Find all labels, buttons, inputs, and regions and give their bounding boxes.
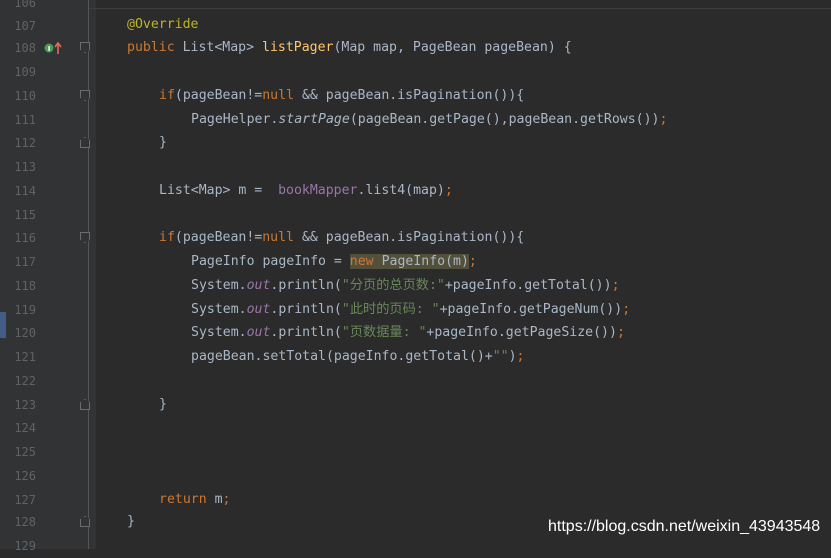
static-method-token: startPage — [278, 112, 350, 127]
code-editor[interactable]: I 106 107 108 109 110 111 112 113 114 11… — [0, 0, 831, 553]
code-line-108[interactable]: public List<Map> listPager(Map map, Page… — [127, 36, 572, 60]
override-implements-icon[interactable]: I — [44, 40, 64, 54]
null-token: null — [262, 230, 294, 245]
code-line-118[interactable]: System.out.println("分页的总页数:"+pageInfo.ge… — [191, 274, 620, 298]
keyword-token: if — [159, 88, 175, 103]
call-token: .list4(map) — [357, 183, 445, 198]
code-line-110[interactable]: if(pageBean!=null && pageBean.isPaginati… — [159, 84, 524, 108]
call-token: +pageInfo.getTotal()) — [444, 278, 612, 293]
class-token: PageHelper. — [191, 112, 279, 127]
line-number: 112 — [14, 136, 36, 150]
line-number: 114 — [14, 184, 36, 198]
brace-token: } — [159, 397, 167, 412]
code-line-120[interactable]: System.out.println("页数据量: "+pageInfo.get… — [191, 321, 625, 345]
line-number: 119 — [14, 303, 36, 317]
line-number: 113 — [14, 160, 36, 174]
line-number: 117 — [14, 255, 36, 269]
static-field-token: out — [246, 325, 271, 340]
code-line-112[interactable]: } — [159, 131, 167, 155]
line-number: 107 — [14, 19, 36, 33]
line-number: 126 — [14, 469, 36, 483]
string-token: "此时的页码: " — [341, 302, 440, 317]
code-line-127[interactable]: return m; — [159, 488, 230, 512]
class-token: System. — [191, 325, 247, 340]
keyword-token: return — [159, 492, 207, 507]
code-line-121[interactable]: pageBean.setTotal(pageInfo.getTotal()+""… — [191, 345, 525, 369]
call-token: .println( — [270, 278, 342, 293]
line-number: 118 — [14, 279, 36, 293]
semicolon-token: ; — [444, 183, 453, 198]
keyword-token: new — [349, 254, 374, 269]
line-number: 111 — [14, 113, 36, 127]
code-line-107[interactable]: @Override — [127, 13, 198, 37]
return-value-token: m — [206, 492, 223, 507]
svg-text:I: I — [48, 45, 51, 53]
code-line-111[interactable]: PageHelper.startPage(pageBean.getPage(),… — [191, 108, 667, 132]
line-number: 121 — [14, 350, 36, 364]
class-token: System. — [191, 302, 247, 317]
null-token: null — [262, 88, 294, 103]
params-token: (Map map, PageBean pageBean) { — [333, 40, 572, 55]
line-number: 129 — [14, 539, 36, 553]
line-number: 125 — [14, 445, 36, 459]
code-line-128[interactable]: } — [127, 510, 135, 534]
type-token: List<Map> — [182, 40, 255, 55]
watermark-url: https://blog.csdn.net/weixin_43943548 — [548, 518, 821, 535]
semicolon-token: ; — [622, 302, 631, 317]
line-number: 108 — [14, 41, 36, 55]
brace-token: } — [127, 514, 135, 529]
keyword-token: public — [127, 40, 175, 55]
semicolon-token: ; — [659, 112, 668, 127]
class-token: System. — [191, 278, 247, 293]
string-token: "分页的总页数:" — [341, 278, 445, 293]
string-token: "页数据量: " — [341, 325, 427, 340]
semicolon-token: ; — [468, 254, 477, 269]
annotation-token: @Override — [127, 17, 199, 32]
semicolon-token: ; — [616, 325, 625, 340]
string-token: "" — [492, 349, 509, 364]
semicolon-token: ; — [222, 492, 231, 507]
brace-token: } — [159, 135, 167, 150]
line-number: 122 — [14, 374, 36, 388]
line-number: 110 — [14, 89, 36, 103]
condition-token: && pageBean.isPagination()){ — [294, 230, 525, 245]
line-number: 115 — [14, 208, 36, 222]
condition-token: (pageBean!= — [174, 230, 263, 245]
editor-top-divider — [89, 8, 831, 9]
call-token: pageBean.setTotal(pageInfo.getTotal()+ — [191, 349, 493, 364]
line-number: 109 — [14, 65, 36, 79]
code-line-114[interactable]: List<Map> m = bookMapper.list4(map); — [159, 179, 453, 203]
args-token: (pageBean.getPage(),pageBean.getRows()) — [349, 112, 660, 127]
paren-token: ) — [508, 349, 517, 364]
line-number: 120 — [14, 326, 36, 340]
code-line-123[interactable]: } — [159, 393, 167, 417]
line-number: 123 — [14, 398, 36, 412]
line-number: 116 — [14, 231, 36, 245]
gutter-separator — [88, 0, 89, 549]
code-line-119[interactable]: System.out.println("此时的页码: "+pageInfo.ge… — [191, 298, 630, 322]
call-token: +pageInfo.getPageNum()) — [439, 302, 623, 317]
call-token: .println( — [270, 325, 342, 340]
decl-token: PageInfo pageInfo = — [191, 254, 350, 269]
constructor-token: PageInfo(m) — [373, 254, 469, 269]
field-token: bookMapper — [278, 183, 358, 198]
semicolon-token: ; — [516, 349, 525, 364]
code-line-116[interactable]: if(pageBean!=null && pageBean.isPaginati… — [159, 226, 524, 250]
method-name-token: listPager — [262, 40, 334, 55]
decl-token: List<Map> m = — [159, 183, 279, 198]
call-token: +pageInfo.getPageSize()) — [426, 325, 617, 340]
condition-token: && pageBean.isPagination()){ — [294, 88, 525, 103]
code-line-117[interactable]: PageInfo pageInfo = new PageInfo(m); — [191, 250, 477, 274]
keyword-token: if — [159, 230, 175, 245]
line-number: 106 — [14, 0, 36, 10]
static-field-token: out — [246, 302, 271, 317]
call-token: .println( — [270, 302, 342, 317]
semicolon-token: ; — [611, 278, 620, 293]
line-number: 127 — [14, 493, 36, 507]
line-number: 128 — [14, 515, 36, 529]
condition-token: (pageBean!= — [174, 88, 263, 103]
static-field-token: out — [246, 278, 271, 293]
line-number: 124 — [14, 421, 36, 435]
